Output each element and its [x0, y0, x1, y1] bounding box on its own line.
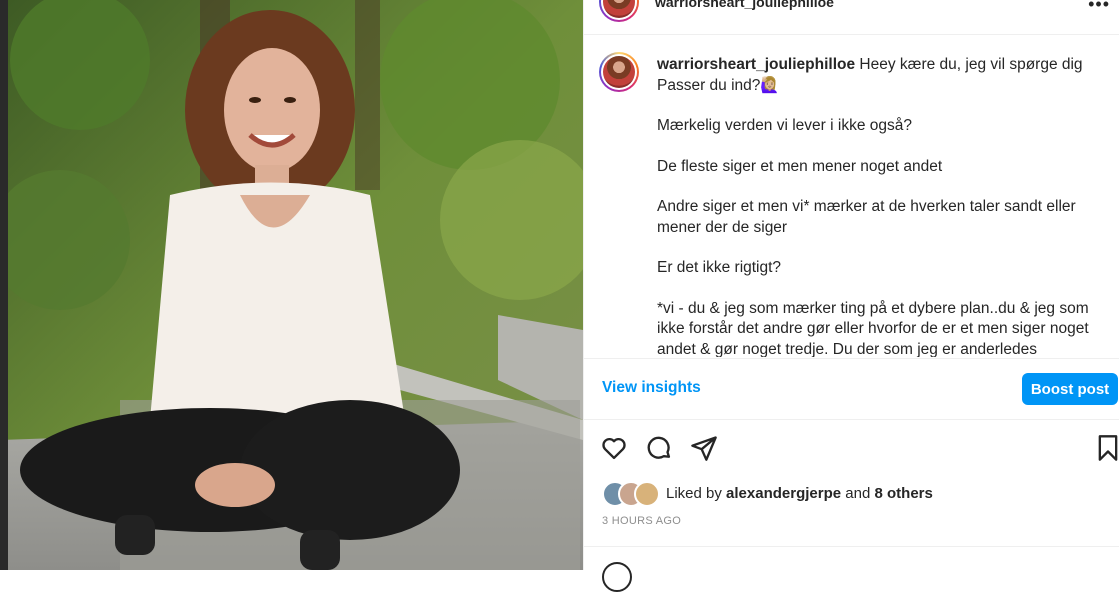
profile-photo	[603, 56, 635, 88]
avatar[interactable]	[599, 0, 639, 22]
caption-line: *vi - du & jeg som mærker ting på et dyb…	[657, 299, 1089, 358]
header-username[interactable]: warriorsheart_jouliephilloe	[655, 0, 834, 10]
likes-summary: Liked by alexandergjerpe and 8 others	[602, 480, 933, 507]
caption-username[interactable]: warriorsheart_jouliephilloe	[657, 56, 855, 73]
caption-line: Mærkelig verden vi lever i ikke også?	[657, 117, 912, 134]
divider	[584, 546, 1119, 547]
window-edge	[0, 0, 8, 570]
insights-bar: View insights Boost post	[584, 358, 1119, 420]
caption-text: warriorsheart_jouliephilloe Heey kære du…	[657, 55, 1097, 357]
post-detail-panel: warriorsheart_jouliephilloe ••• warriors…	[583, 0, 1119, 592]
more-options-icon[interactable]: •••	[1088, 0, 1110, 15]
heart-icon[interactable]	[600, 434, 628, 462]
likes-others-link[interactable]: 8 others	[874, 485, 932, 502]
post-timestamp[interactable]: 3 HOURS AGO	[602, 515, 681, 527]
post-photo	[0, 0, 583, 570]
emoji-icon[interactable]	[602, 562, 632, 592]
comment-icon[interactable]	[645, 434, 673, 462]
caption-line: Andre siger et men vi* mærker at de hver…	[657, 198, 1076, 236]
likes-text: Liked by alexandergjerpe and 8 others	[666, 485, 933, 502]
post-header: warriorsheart_jouliephilloe •••	[584, 0, 1119, 35]
caption-avatar[interactable]	[599, 52, 639, 92]
caption-section: warriorsheart_jouliephilloe Heey kære du…	[584, 35, 1119, 357]
bookmark-icon[interactable]	[1094, 434, 1119, 462]
profile-photo	[603, 0, 635, 18]
liker-username[interactable]: alexandergjerpe	[726, 485, 841, 502]
share-icon[interactable]	[690, 434, 718, 462]
likes-and: and	[845, 484, 871, 502]
caption-line: Er det ikke rigtigt?	[657, 259, 782, 276]
caption-line: De fleste siger et men mener noget andet	[657, 157, 943, 175]
avatar	[634, 481, 660, 507]
action-bar	[584, 430, 1119, 466]
liker-avatars[interactable]	[602, 481, 660, 507]
likes-prefix: Liked by	[666, 484, 722, 502]
view-insights-link[interactable]: View insights	[602, 379, 701, 397]
boost-post-button[interactable]: Boost post	[1022, 373, 1118, 405]
